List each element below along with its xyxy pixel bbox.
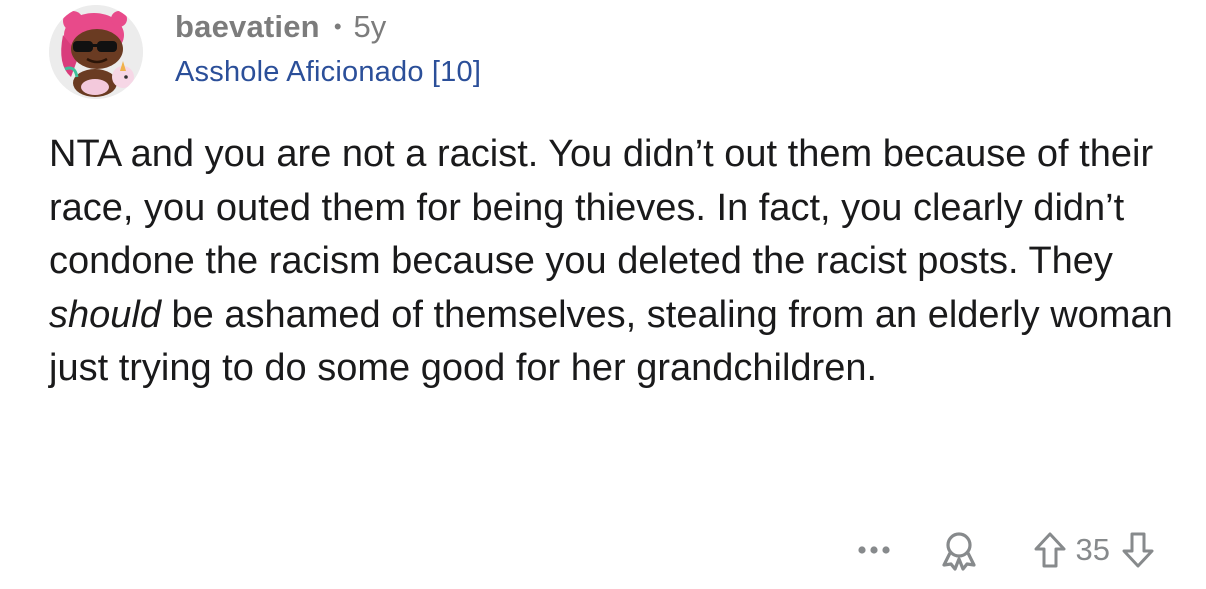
vote-score: 35 xyxy=(1075,532,1110,567)
snoo-avatar-icon xyxy=(49,5,143,99)
author-meta: baevatien • 5y xyxy=(175,6,481,48)
ellipsis-icon xyxy=(857,546,890,554)
meta-separator: • xyxy=(333,14,342,39)
comment-text-part2: be ashamed of themselves, stealing from … xyxy=(49,293,1173,390)
comment-text-emphasis: should xyxy=(49,293,161,336)
comment-header: baevatien • 5y Asshole Aficionado [10] xyxy=(175,6,481,89)
user-flair: Asshole Aficionado [10] xyxy=(175,56,482,88)
downvote-button[interactable] xyxy=(1118,527,1158,573)
upvote-button[interactable] xyxy=(1030,527,1070,573)
comment-body: NTA and you are not a racist. You didn’t… xyxy=(49,128,1179,396)
author-username[interactable]: baevatien xyxy=(175,9,320,45)
comment-age: 5y xyxy=(353,9,387,44)
comment-actions: 35 xyxy=(852,524,1158,576)
more-options-button[interactable] xyxy=(852,530,896,570)
award-icon xyxy=(941,532,976,571)
downvote-arrow-icon xyxy=(1122,532,1154,568)
award-button[interactable] xyxy=(936,527,982,573)
comment-text-part1: NTA and you are not a racist. You didn’t… xyxy=(49,133,1154,282)
user-avatar[interactable] xyxy=(49,5,143,99)
comment-text: NTA and you are not a racist. You didn’t… xyxy=(49,128,1179,396)
upvote-arrow-icon xyxy=(1034,532,1066,568)
